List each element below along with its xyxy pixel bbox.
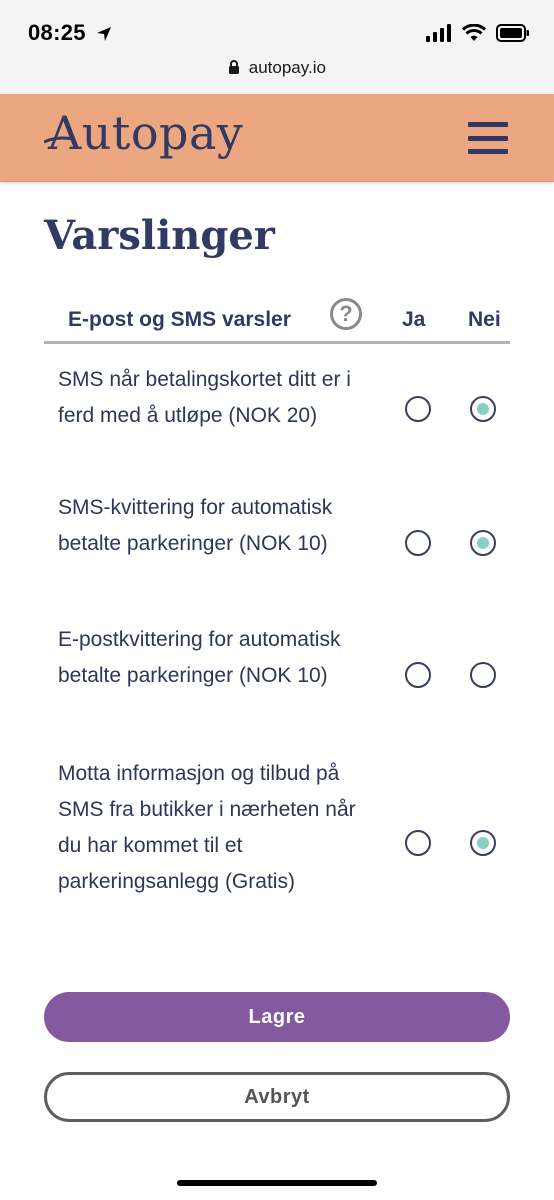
radio-yes-sms-receipt[interactable] <box>405 530 431 556</box>
cancel-button[interactable]: Avbryt <box>44 1072 510 1122</box>
url-text: autopay.io <box>248 58 326 77</box>
menu-line <box>468 122 508 127</box>
lock-icon <box>229 60 240 74</box>
url-bar[interactable]: autopay.io <box>0 58 554 78</box>
notifications-table-header: E-post og SMS varsler ? Ja Nei <box>44 296 510 344</box>
column-header-yes: Ja <box>402 308 426 331</box>
radio-yes-email-receipt[interactable] <box>405 662 431 688</box>
wifi-icon <box>462 24 486 41</box>
radio-no-card-expiry[interactable] <box>470 396 496 422</box>
notification-label: E-postkvittering for automatisk betalte … <box>58 628 341 687</box>
radio-dot <box>477 403 489 415</box>
radio-no-email-receipt[interactable] <box>470 662 496 688</box>
notification-label: SMS-kvittering for automatisk betalte pa… <box>58 496 333 555</box>
radio-dot <box>477 537 489 549</box>
battery-icon <box>496 24 529 42</box>
location-arrow-icon <box>97 27 111 41</box>
save-button[interactable]: Lagre <box>44 992 510 1042</box>
logo-swoosh-icon <box>44 136 74 144</box>
column-header-notifications: E-post og SMS varsler <box>68 308 291 331</box>
app-header: Autopay <box>0 94 554 182</box>
notification-row-sms-receipt: SMS-kvittering for automatisk betalte pa… <box>44 490 510 598</box>
hamburger-menu-icon[interactable] <box>468 122 508 154</box>
notification-label: SMS når betalingskortet ditt er i ferd m… <box>58 368 351 427</box>
radio-no-sms-receipt[interactable] <box>470 530 496 556</box>
help-icon[interactable]: ? <box>330 298 362 330</box>
signal-icon <box>426 24 451 42</box>
radio-dot <box>477 837 489 849</box>
menu-line <box>468 149 508 154</box>
radio-no-store-offers[interactable] <box>470 830 496 856</box>
notification-label: Motta informasjon og tilbud på SMS fra b… <box>58 762 356 893</box>
home-indicator <box>177 1180 377 1186</box>
radio-yes-card-expiry[interactable] <box>405 396 431 422</box>
menu-line <box>468 135 508 141</box>
notification-row-store-offers: Motta informasjon og tilbud på SMS fra b… <box>44 756 510 936</box>
radio-yes-store-offers[interactable] <box>405 830 431 856</box>
status-bar: 08:25 autopay.io <box>0 0 554 94</box>
page-title: Varslinger <box>44 212 275 259</box>
status-time: 08:25 <box>28 20 86 45</box>
autopay-logo[interactable]: Autopay <box>48 106 243 160</box>
notification-row-email-receipt: E-postkvittering for automatisk betalte … <box>44 622 510 730</box>
status-icons <box>426 24 530 42</box>
notification-row-card-expiry: SMS når betalingskortet ditt er i ferd m… <box>44 362 510 470</box>
column-header-no: Nei <box>468 308 501 331</box>
